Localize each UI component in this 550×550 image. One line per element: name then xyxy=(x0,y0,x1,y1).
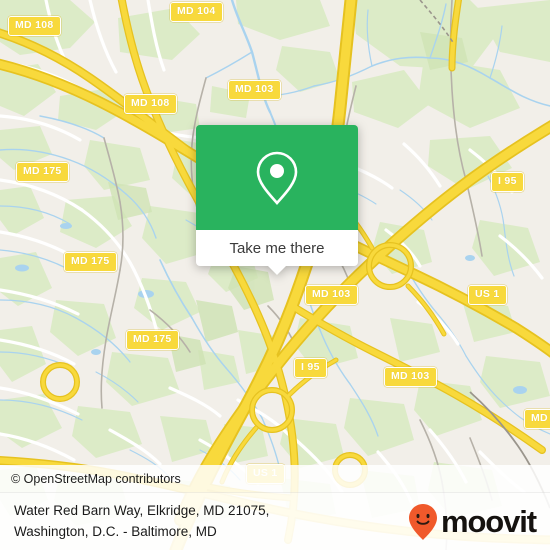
attribution-text[interactable]: © OpenStreetMap contributors xyxy=(11,472,181,486)
address-line-1: Water Red Barn Way, Elkridge, MD 21075, xyxy=(14,502,270,518)
road-shield: MD 108 xyxy=(8,16,61,36)
address-block: Water Red Barn Way, Elkridge, MD 21075, … xyxy=(14,501,269,543)
moovit-smiley-pin-icon xyxy=(408,503,437,540)
moovit-wordmark: moovit xyxy=(440,504,537,539)
map-screenshot: MD 108 MD 104 MD 103 MD 108 MD 175 I 95 MD 175… xyxy=(0,0,550,550)
map-attribution-bar: © OpenStreetMap contributors xyxy=(0,465,550,492)
map-pin-icon xyxy=(256,151,298,205)
road-shield: MD 175 xyxy=(16,162,69,182)
road-shield: MD 175 xyxy=(64,252,117,272)
callout-tail xyxy=(268,266,286,275)
moovit-brand[interactable]: moovit xyxy=(408,503,537,541)
road-shield: MD 175 xyxy=(126,330,179,350)
callout-action-label: Take me there xyxy=(229,239,325,257)
callout-action[interactable]: Take me there xyxy=(196,230,358,275)
road-shield: US 1 xyxy=(468,285,507,305)
road-shield: MD 104 xyxy=(170,2,223,22)
road-shield: I 95 xyxy=(294,358,327,378)
road-shield: MD 103 xyxy=(228,80,281,100)
road-shield: MD 108 xyxy=(124,94,177,114)
road-shield: MD xyxy=(524,409,550,429)
road-shield: I 95 xyxy=(491,172,524,192)
road-shield: MD 103 xyxy=(305,285,358,305)
address-line-2: Washington, D.C. - Baltimore, MD xyxy=(14,523,217,539)
location-callout-card[interactable]: Take me there xyxy=(196,125,358,275)
footer-bar: Water Red Barn Way, Elkridge, MD 21075, … xyxy=(0,492,550,550)
road-shield: MD 103 xyxy=(384,367,437,387)
callout-header xyxy=(196,125,358,230)
